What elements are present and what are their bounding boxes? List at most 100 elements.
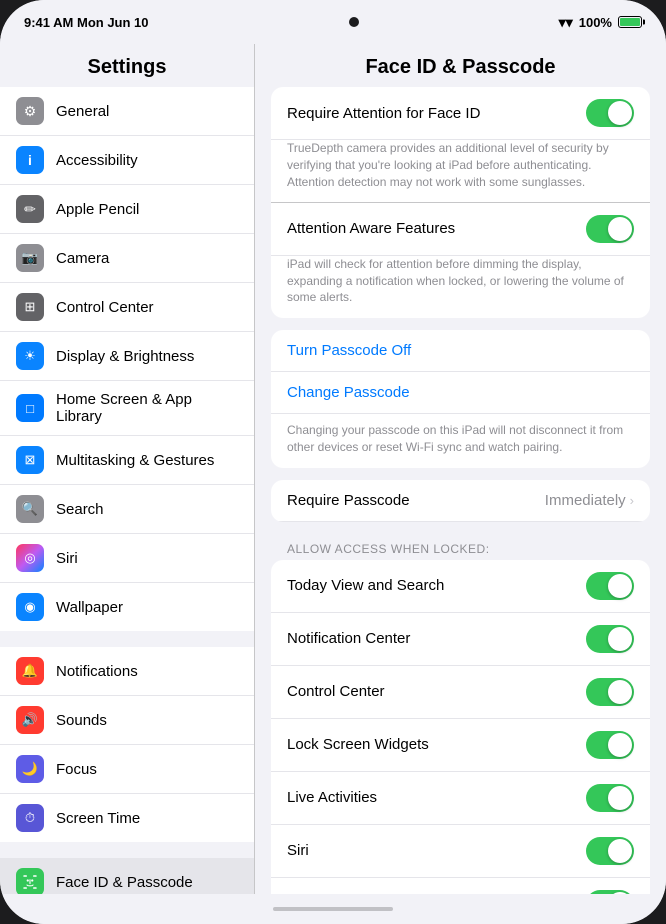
attention-aware-toggle[interactable] bbox=[586, 215, 634, 243]
sounds-icon: 🔊 bbox=[16, 706, 44, 734]
status-indicators: ▾▾ 100% bbox=[559, 14, 642, 31]
control-center-toggle[interactable] bbox=[586, 678, 634, 706]
sidebar-label-display: Display & Brightness bbox=[56, 348, 194, 365]
status-time: 9:41 AM Mon Jun 10 bbox=[24, 15, 149, 30]
sidebar-item-face-id[interactable]: Face ID & Passcode bbox=[0, 858, 254, 894]
face-id-icon bbox=[16, 868, 44, 894]
siri-label: Siri bbox=[287, 842, 586, 859]
today-view-toggle[interactable] bbox=[586, 572, 634, 600]
siri-toggle[interactable] bbox=[586, 837, 634, 865]
camera-icon: 📷 bbox=[16, 244, 44, 272]
status-bar: 9:41 AM Mon Jun 10 ▾▾ 100% bbox=[0, 0, 666, 44]
toggle-knob bbox=[608, 217, 632, 241]
wifi-icon: ▾▾ bbox=[559, 14, 573, 31]
sidebar-item-control-center[interactable]: ⊞ Control Center bbox=[0, 283, 254, 332]
sidebar-divider-1 bbox=[0, 639, 254, 647]
sidebar-label-general: General bbox=[56, 103, 109, 120]
sidebar-item-siri[interactable]: ◎ Siri bbox=[0, 534, 254, 583]
sidebar-item-home-screen[interactable]: □ Home Screen & App Library bbox=[0, 381, 254, 436]
allow-access-header: ALLOW ACCESS WHEN LOCKED: bbox=[255, 534, 666, 560]
sidebar-label-control-center: Control Center bbox=[56, 299, 154, 316]
home-screen-icon: □ bbox=[16, 394, 44, 422]
sidebar-item-accessibility[interactable]: i Accessibility bbox=[0, 136, 254, 185]
access-locked-group: Today View and Search Notification Cente… bbox=[271, 560, 650, 894]
notifications-icon: 🔔 bbox=[16, 657, 44, 685]
siri-row: Siri bbox=[271, 825, 650, 878]
require-passcode-label: Require Passcode bbox=[287, 492, 410, 509]
passcode-desc: Changing your passcode on this iPad will… bbox=[271, 414, 650, 468]
sidebar-item-sounds[interactable]: 🔊 Sounds bbox=[0, 696, 254, 745]
sidebar-item-notifications[interactable]: 🔔 Notifications bbox=[0, 647, 254, 696]
sidebar-item-display[interactable]: ☀ Display & Brightness bbox=[0, 332, 254, 381]
sidebar-label-accessibility: Accessibility bbox=[56, 152, 138, 169]
lock-screen-widgets-row: Lock Screen Widgets bbox=[271, 719, 650, 772]
home-bar bbox=[273, 907, 393, 911]
control-center-row: Control Center bbox=[271, 666, 650, 719]
sidebar-label-face-id: Face ID & Passcode bbox=[56, 874, 193, 891]
main-content: Settings ⚙ General i Accessibility ✏ App… bbox=[0, 44, 666, 894]
require-attention-label: Require Attention for Face ID bbox=[287, 105, 586, 122]
sidebar-label-screen-time: Screen Time bbox=[56, 810, 140, 827]
screen-time-icon: ⏱ bbox=[16, 804, 44, 832]
lock-screen-widgets-toggle[interactable] bbox=[586, 731, 634, 759]
notification-center-row: Notification Center bbox=[271, 613, 650, 666]
notification-center-toggle[interactable] bbox=[586, 625, 634, 653]
sidebar-item-camera[interactable]: 📷 Camera bbox=[0, 234, 254, 283]
sidebar-section-3: Face ID & Passcode ✋ Privacy & Security bbox=[0, 858, 254, 894]
sidebar-label-wallpaper: Wallpaper bbox=[56, 599, 123, 616]
require-passcode-value: Immediately › bbox=[545, 492, 634, 509]
sidebar-item-apple-pencil[interactable]: ✏ Apple Pencil bbox=[0, 185, 254, 234]
sidebar-item-multitasking[interactable]: ⊠ Multitasking & Gestures bbox=[0, 436, 254, 485]
home-control-toggle[interactable] bbox=[586, 890, 634, 894]
sidebar-label-focus: Focus bbox=[56, 761, 97, 778]
multitasking-icon: ⊠ bbox=[16, 446, 44, 474]
sidebar-item-focus[interactable]: 🌙 Focus bbox=[0, 745, 254, 794]
display-icon: ☀ bbox=[16, 342, 44, 370]
require-attention-row: Require Attention for Face ID bbox=[271, 87, 650, 140]
siri-icon: ◎ bbox=[16, 544, 44, 572]
home-control-row: Home Control bbox=[271, 878, 650, 894]
control-center-label: Control Center bbox=[287, 683, 586, 700]
require-attention-desc: TrueDepth camera provides an additional … bbox=[271, 140, 650, 202]
right-panel: Face ID & Passcode Require Attention for… bbox=[255, 44, 666, 894]
sidebar-label-multitasking: Multitasking & Gestures bbox=[56, 452, 214, 469]
require-attention-toggle[interactable] bbox=[586, 99, 634, 127]
sidebar-divider-2 bbox=[0, 850, 254, 858]
today-view-label: Today View and Search bbox=[287, 577, 586, 594]
lock-screen-widgets-label: Lock Screen Widgets bbox=[287, 736, 586, 753]
passcode-links-group: Turn Passcode Off Change Passcode Changi… bbox=[271, 330, 650, 468]
notification-center-label: Notification Center bbox=[287, 630, 586, 647]
sidebar-item-wallpaper[interactable]: ◉ Wallpaper bbox=[0, 583, 254, 631]
change-passcode-link[interactable]: Change Passcode bbox=[271, 372, 650, 414]
live-activities-toggle[interactable] bbox=[586, 784, 634, 812]
sidebar-label-sounds: Sounds bbox=[56, 712, 107, 729]
sidebar-label-siri: Siri bbox=[56, 550, 78, 567]
turn-passcode-off-link[interactable]: Turn Passcode Off bbox=[271, 330, 650, 372]
battery-icon bbox=[618, 16, 642, 28]
control-center-icon: ⊞ bbox=[16, 293, 44, 321]
attention-aware-row: Attention Aware Features bbox=[271, 203, 650, 256]
sidebar-label-home-screen: Home Screen & App Library bbox=[56, 391, 238, 425]
apple-pencil-icon: ✏ bbox=[16, 195, 44, 223]
screen: 9:41 AM Mon Jun 10 ▾▾ 100% Settings ⚙ Ge… bbox=[0, 0, 666, 924]
sidebar-item-screen-time[interactable]: ⏱ Screen Time bbox=[0, 794, 254, 842]
sidebar-item-general[interactable]: ⚙ General bbox=[0, 87, 254, 136]
right-panel-title: Face ID & Passcode bbox=[255, 44, 666, 87]
sidebar-label-search: Search bbox=[56, 501, 104, 518]
sidebar-label-apple-pencil: Apple Pencil bbox=[56, 201, 139, 218]
today-view-row: Today View and Search bbox=[271, 560, 650, 613]
sidebar-section-2: 🔔 Notifications 🔊 Sounds 🌙 Focus ⏱ Scree… bbox=[0, 647, 254, 842]
require-passcode-group: Require Passcode Immediately › bbox=[271, 480, 650, 522]
chevron-icon: › bbox=[630, 493, 634, 508]
battery-percent: 100% bbox=[579, 15, 612, 30]
sidebar-title: Settings bbox=[0, 44, 254, 87]
attention-aware-label: Attention Aware Features bbox=[287, 220, 586, 237]
general-icon: ⚙ bbox=[16, 97, 44, 125]
require-passcode-row[interactable]: Require Passcode Immediately › bbox=[271, 480, 650, 522]
search-icon: 🔍 bbox=[16, 495, 44, 523]
live-activities-label: Live Activities bbox=[287, 789, 586, 806]
toggle-knob bbox=[608, 101, 632, 125]
sidebar: Settings ⚙ General i Accessibility ✏ App… bbox=[0, 44, 255, 894]
sidebar-item-search[interactable]: 🔍 Search bbox=[0, 485, 254, 534]
home-indicator bbox=[0, 894, 666, 924]
